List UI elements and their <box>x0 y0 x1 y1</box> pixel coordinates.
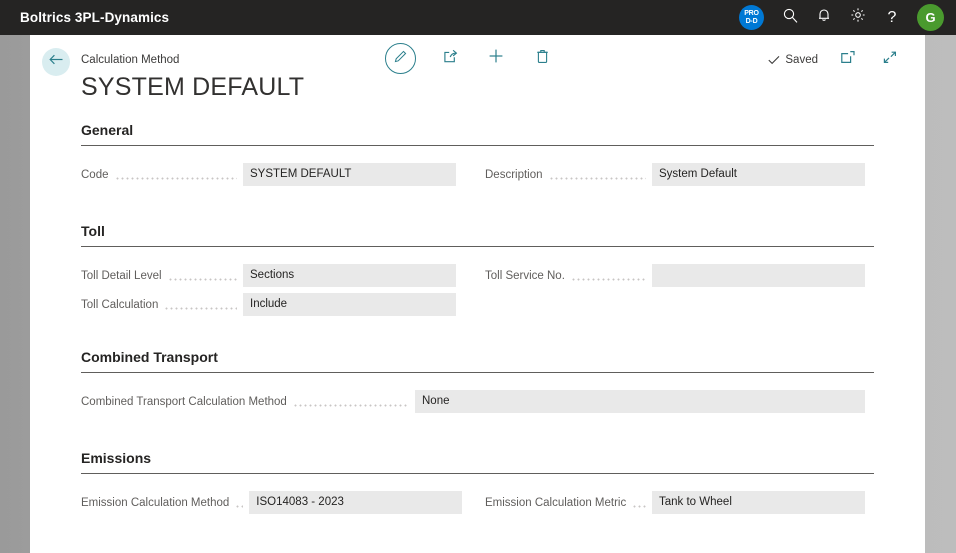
search-icon <box>782 7 799 29</box>
section-emissions: Emissions Emission Calculation Method IS… <box>81 450 874 514</box>
share-icon <box>442 48 459 70</box>
toll-calculation-input[interactable]: Include <box>243 293 456 316</box>
field-description[interactable]: Description System Default <box>485 163 865 186</box>
description-input[interactable]: System Default <box>652 163 865 186</box>
leader-dots <box>570 270 646 281</box>
record-action-toolbar <box>385 43 554 74</box>
search-button[interactable] <box>773 0 807 35</box>
code-input[interactable]: SYSTEM DEFAULT <box>243 163 456 186</box>
collapse-button[interactable] <box>878 48 902 72</box>
emission-calculation-metric-input[interactable]: Tank to Wheel <box>652 491 865 514</box>
environment-badge[interactable]: PRO D-D <box>739 5 764 30</box>
share-button[interactable] <box>438 47 462 71</box>
environment-badge-line1: PRO <box>744 10 759 17</box>
field-code[interactable]: Code SYSTEM DEFAULT <box>81 163 456 186</box>
field-label: Emission Calculation Method <box>81 496 230 509</box>
question-mark-icon: ? <box>887 8 897 26</box>
leader-dots <box>548 169 646 180</box>
section-title-general: General <box>81 122 134 138</box>
breadcrumb[interactable]: Calculation Method <box>81 54 179 66</box>
section-divider <box>81 145 874 146</box>
app-bar-actions: PRO D-D ? G <box>739 0 956 35</box>
field-combined-transport-calculation-method[interactable]: Combined Transport Calculation Method No… <box>81 390 865 413</box>
field-toll-service-no[interactable]: Toll Service No. <box>485 264 865 287</box>
environment-badge-line2: D-D <box>745 17 758 25</box>
emission-calculation-method-input[interactable]: ISO14083 - 2023 <box>249 491 463 514</box>
plus-icon <box>487 47 505 70</box>
open-in-new-window-icon <box>840 50 856 70</box>
form-body: General Code SYSTEM DEFAULT Description … <box>30 122 925 514</box>
app-title: Boltrics 3PL-Dynamics <box>20 10 170 25</box>
form-row: Combined Transport Calculation Method No… <box>81 390 874 413</box>
field-toll-calculation[interactable]: Toll Calculation Include <box>81 293 456 316</box>
app-bar: Boltrics 3PL-Dynamics PRO D-D ? G <box>0 0 956 35</box>
field-label: Combined Transport Calculation Method <box>81 395 287 408</box>
collapse-icon <box>882 50 898 70</box>
bell-icon <box>816 7 832 28</box>
help-button[interactable]: ? <box>875 0 909 35</box>
section-divider <box>81 372 874 373</box>
leader-dots <box>167 270 237 281</box>
section-title-emissions: Emissions <box>81 450 152 466</box>
gear-icon <box>850 7 866 28</box>
pencil-icon <box>393 49 408 69</box>
save-status-label: Saved <box>785 54 818 66</box>
form-row: Toll Calculation Include <box>81 293 874 316</box>
section-combined-transport: Combined Transport Combined Transport Ca… <box>81 349 874 413</box>
section-divider <box>81 246 874 247</box>
form-row: Emission Calculation Method ISO14083 - 2… <box>81 491 874 514</box>
field-label: Description <box>485 168 543 181</box>
field-label: Toll Calculation <box>81 298 159 311</box>
toll-detail-level-input[interactable]: Sections <box>243 264 456 287</box>
combined-transport-calculation-method-input[interactable]: None <box>415 390 865 413</box>
leader-dots <box>164 299 237 310</box>
leader-dots <box>292 396 409 407</box>
field-label: Emission Calculation Metric <box>485 496 627 509</box>
form-row: Code SYSTEM DEFAULT Description System D… <box>81 163 874 186</box>
field-emission-calculation-metric[interactable]: Emission Calculation Metric Tank to Whee… <box>485 491 865 514</box>
avatar-initial: G <box>925 10 936 25</box>
leader-dots <box>114 169 237 180</box>
field-emission-calculation-method[interactable]: Emission Calculation Method ISO14083 - 2… <box>81 491 463 514</box>
avatar[interactable]: G <box>917 4 944 31</box>
field-label: Code <box>81 168 109 181</box>
page-header: Calculation Method SYSTEM DEFAULT Saved <box>30 35 925 122</box>
save-status: Saved <box>768 54 818 66</box>
calculation-method-card: Calculation Method SYSTEM DEFAULT Saved … <box>30 35 925 553</box>
toll-service-no-input[interactable] <box>652 264 865 287</box>
field-toll-detail-level[interactable]: Toll Detail Level Sections <box>81 264 456 287</box>
checkmark-icon <box>768 55 780 65</box>
form-row: Toll Detail Level Sections Toll Service … <box>81 264 874 287</box>
section-toll: Toll Toll Detail Level Sections Toll Ser… <box>81 223 874 316</box>
delete-button[interactable] <box>530 47 554 71</box>
page-header-right-actions: Saved <box>768 48 902 72</box>
settings-button[interactable] <box>841 0 875 35</box>
section-title-combined-transport: Combined Transport <box>81 349 218 365</box>
section-divider <box>81 473 874 474</box>
back-button[interactable] <box>42 48 70 76</box>
new-button[interactable] <box>484 47 508 71</box>
leader-dots <box>632 497 646 508</box>
leader-dots <box>235 497 244 508</box>
back-arrow-icon <box>48 53 64 71</box>
field-label: Toll Service No. <box>485 269 565 282</box>
section-general: General Code SYSTEM DEFAULT Description … <box>81 122 874 186</box>
notifications-button[interactable] <box>807 0 841 35</box>
page-title: SYSTEM DEFAULT <box>81 73 305 101</box>
section-title-toll: Toll <box>81 223 105 239</box>
edit-button[interactable] <box>385 43 416 74</box>
trash-icon <box>535 48 550 69</box>
open-in-new-window-button[interactable] <box>836 48 860 72</box>
field-label: Toll Detail Level <box>81 269 162 282</box>
